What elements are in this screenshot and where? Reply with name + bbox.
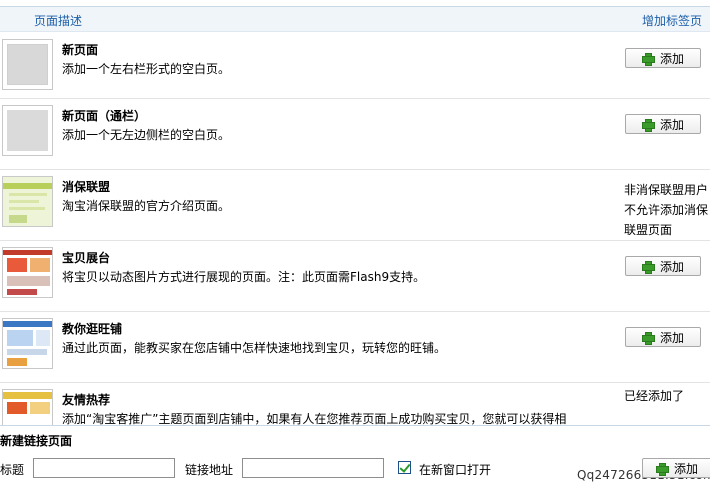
add-button[interactable]: 添加 xyxy=(625,327,701,347)
template-title: 新页面（通栏） xyxy=(62,109,147,123)
column-header-add-tab: 增加标签页 xyxy=(641,14,702,28)
template-description: 淘宝消保联盟的官方介绍页面。 xyxy=(62,199,231,213)
plus-icon xyxy=(641,52,655,66)
template-description: 添加“淘宝客推广”主题页面到店铺中，如果有人在您推荐页面上成功购买宝贝，您就可以… xyxy=(62,412,567,425)
template-title: 新页面 xyxy=(62,43,99,57)
add-button-label: 添加 xyxy=(659,51,684,66)
title-label: 标题 xyxy=(0,463,25,477)
template-thumbnail-blank-fullwidth xyxy=(2,105,53,156)
open-new-window-checkbox[interactable] xyxy=(398,461,411,474)
template-title: 宝贝展台 xyxy=(62,251,111,265)
template-thumbnail-shop-guide xyxy=(2,318,53,369)
template-title: 友情热荐 xyxy=(62,393,111,407)
url-input[interactable] xyxy=(242,458,384,478)
template-description: 添加一个左右栏形式的空白页。 xyxy=(62,62,231,76)
template-title: 消保联盟 xyxy=(62,180,111,194)
add-link-button[interactable]: 添加 xyxy=(642,458,710,478)
title-input[interactable] xyxy=(33,458,175,478)
template-thumbnail-alliance xyxy=(2,176,53,227)
template-row-consumer-alliance: 消保联盟 淘宝消保联盟的官方介绍页面。 非消保联盟用户不允许添加消保联盟页面 xyxy=(0,170,710,241)
table-header: 页面描述 增加标签页 xyxy=(0,6,710,32)
template-row-shop-guide: 教你逛旺铺 通过此页面，能教买家在您店铺中怎样快速地找到宝贝，玩转您的旺铺。 添… xyxy=(0,312,710,383)
status-note: 非消保联盟用户不允许添加消保联盟页面 xyxy=(624,183,709,237)
template-row-showcase: 宝贝展台 将宝贝以动态图片方式进行展现的页面。注：此页面需Flash9支持。 添… xyxy=(0,241,710,312)
template-row-new-page-fullwidth: 新页面（通栏） 添加一个无左边侧栏的空白页。 添加 xyxy=(0,99,710,170)
template-thumbnail-recommend xyxy=(2,389,53,425)
add-button-label: 添加 xyxy=(673,461,698,476)
add-button[interactable]: 添加 xyxy=(625,114,701,134)
new-link-page-form: 新建链接页面 标题 链接地址 在新窗口打开 Qq247266511.51.com… xyxy=(0,425,710,483)
plus-icon xyxy=(641,331,655,345)
column-header-description: 页面描述 xyxy=(34,14,83,28)
template-row-new-page: 新页面 添加一个左右栏形式的空白页。 添加 xyxy=(0,33,710,99)
url-label: 链接地址 xyxy=(185,463,234,477)
open-new-window-label: 在新窗口打开 xyxy=(419,463,492,477)
page-template-list: 新页面 添加一个左右栏形式的空白页。 添加 新页面（通栏） 添加一个无左边侧栏的… xyxy=(0,33,710,425)
template-description: 通过此页面，能教买家在您店铺中怎样快速地找到宝贝，玩转您的旺铺。 xyxy=(62,341,447,355)
template-thumbnail-blank xyxy=(2,39,53,90)
plus-icon xyxy=(641,118,655,132)
template-description: 将宝贝以动态图片方式进行展现的页面。注：此页面需Flash9支持。 xyxy=(62,270,426,284)
add-button-label: 添加 xyxy=(659,117,684,132)
template-title: 教你逛旺铺 xyxy=(62,322,123,336)
template-thumbnail-showcase xyxy=(2,247,53,298)
plus-icon xyxy=(655,462,669,476)
template-row-recommend: 友情热荐 添加“淘宝客推广”主题页面到店铺中，如果有人在您推荐页面上成功购买宝贝… xyxy=(0,383,710,425)
add-button-label: 添加 xyxy=(659,259,684,274)
add-button[interactable]: 添加 xyxy=(625,256,701,276)
status-note: 已经添加了 xyxy=(624,389,685,403)
add-button-label: 添加 xyxy=(659,330,684,345)
form-title: 新建链接页面 xyxy=(0,434,73,448)
add-button[interactable]: 添加 xyxy=(625,48,701,68)
plus-icon xyxy=(641,260,655,274)
template-description: 添加一个无左边侧栏的空白页。 xyxy=(62,128,231,142)
